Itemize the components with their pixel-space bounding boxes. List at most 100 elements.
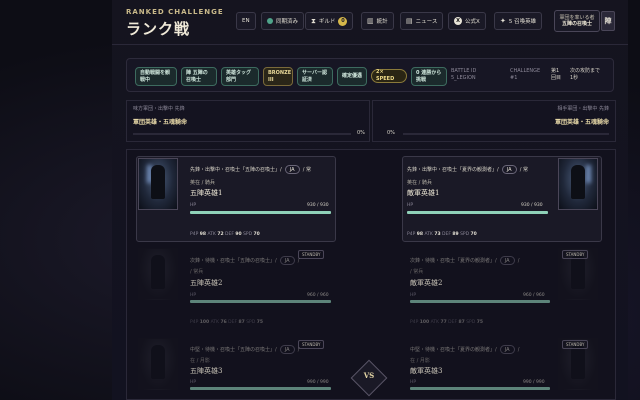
guild-count-badge: 0: [338, 16, 348, 26]
ally-hero-2-hp-bar: [190, 300, 331, 303]
vs-label: VS: [363, 371, 375, 380]
stat-label: SPD: [466, 320, 476, 325]
enemy-hero-1-stats: P4P 98 ATK 73 DEF 89 SPD 70: [407, 232, 477, 237]
ally-hero-1-lang-badge: JA: [284, 165, 300, 174]
stat-label: P4P: [407, 232, 416, 237]
enemy-hero-2-hp-label: HP: [410, 293, 417, 298]
ally-hero-2-role: / 常兵: [190, 269, 204, 275]
sync-button[interactable]: 同期済み: [261, 12, 305, 30]
summoner-button[interactable]: ✦ 5 召喚英雄: [494, 12, 543, 30]
ally-hero-2-hp-label: HP: [190, 293, 197, 298]
stat-label: DEF: [225, 232, 234, 237]
page-title: ランク戦: [126, 20, 191, 38]
news-label: ニュース: [415, 19, 438, 25]
stat-label: P4P: [410, 320, 419, 325]
priority-chip: 確定優遇: [337, 67, 367, 86]
enemy-hero-1-hp-fill: [407, 211, 548, 214]
ally-hero-2-lang-badge: JA: [279, 256, 295, 265]
round-label: 第1: [551, 68, 560, 74]
stat-value: 98: [416, 232, 423, 237]
guild-button[interactable]: ⧗ ギルド 0: [305, 12, 354, 30]
leader-panel[interactable]: 軍団を率いる者 五陣の召喚士: [554, 10, 600, 32]
ally-hero-3-name: 五陣英雄3: [190, 367, 223, 375]
stat-value: 100: [419, 320, 430, 325]
enemy-hero-1-lang-badge: JA: [501, 165, 517, 174]
enemy-hero-3-name: 敵軍英雄3: [410, 367, 443, 375]
next-exchange: 次の攻防まで 1秒: [570, 68, 600, 82]
ally-hero-2-summoner: 次鋒・待機・召喚士「五陣の召喚士」/: [190, 258, 277, 264]
ally-hero-3-lang-badge: JA: [279, 345, 295, 354]
stat-label: ATK: [430, 320, 440, 325]
speed-toggle[interactable]: 2× SPEED: [371, 69, 407, 83]
ally-hero-2-standby-badge: STANDBY: [298, 250, 325, 260]
stats-button[interactable]: ▥ 統計: [361, 12, 394, 30]
leader-name: 五陣の召喚士: [561, 21, 592, 27]
enemy-hero-3-header: 中堅・待機・召喚士「夏界の観測者」/ JA /: [410, 345, 519, 354]
stat-label: ATK: [210, 320, 220, 325]
challenge-label: CHALLENGE: [510, 68, 541, 74]
ally-hero-portrait-1: [138, 158, 178, 210]
stat-value: 87: [458, 320, 465, 325]
ally-hero-3-suffix: /: [297, 346, 300, 353]
division-chip: 英雄タッグ部門: [221, 67, 259, 86]
next-exchange-label: 次の攻防まで: [570, 68, 601, 74]
ally-hero-3-hp-value: 990 / 990: [307, 380, 329, 385]
challenge-value: #1: [510, 75, 518, 81]
stat-label: SPD: [460, 232, 470, 237]
news-button[interactable]: ▤ ニュース: [400, 12, 444, 30]
bar-chart-icon: ▥: [367, 16, 374, 25]
enemy-progress-bar: [403, 133, 609, 135]
enemy-hero-3-hp-value: 990 / 990: [523, 380, 545, 385]
enemy-hero-2-hp-value: 960 / 960: [523, 293, 545, 298]
next-exchange-value: 1秒: [570, 75, 579, 81]
stat-label: SPD: [246, 320, 256, 325]
enemy-hero-1-summoner: 先鋒・出撃中・召喚士「夏界の観測者」/: [407, 167, 499, 173]
enemy-hero-2-lang-badge: JA: [499, 256, 515, 265]
stat-label: ATK: [207, 232, 216, 237]
enemy-team-label: 相手軍団・出撃中 先鋒: [557, 106, 609, 112]
win-streak-chip: 0 連勝から挑戦: [411, 67, 447, 86]
news-icon: ▤: [406, 16, 413, 25]
ally-hero-1-hp-value: 930 / 930: [307, 203, 329, 208]
enemy-hero-3-hp-bar: [410, 387, 550, 390]
leader-emblem[interactable]: 陣: [601, 11, 615, 31]
stat-value: 70: [470, 232, 477, 237]
stat-value: 73: [434, 232, 441, 237]
enemy-hero-2-name: 敵軍英雄2: [410, 279, 443, 287]
ally-hero-2-hp-fill: [190, 300, 331, 303]
stat-label: SPD: [243, 232, 253, 237]
enemy-team-panel: 相手軍団・出撃中 先鋒 軍団英雄・五魂騎命 0%: [372, 100, 616, 142]
enemy-hero-3-lang-badge: JA: [499, 345, 515, 354]
ally-hero-1-header: 先鋒・出撃中・召喚士「五陣の召喚士」/ JA / 常: [190, 165, 311, 174]
guild-label: ギルド: [318, 19, 336, 25]
ally-progress-percent: 0%: [357, 130, 365, 136]
enemy-hero-2-hp-fill: [410, 300, 550, 303]
ally-hero-3-summoner: 中堅・待機・召喚士「五陣の召喚士」/: [190, 347, 277, 353]
challenge-counter: CHALLENGE #1: [510, 68, 540, 82]
battle-id: BATTLE ID 5_LEGION: [451, 68, 476, 82]
enemy-hero-3-role: 在 / 月影: [410, 358, 430, 364]
enemy-hero-3-standby-badge: STANDBY: [562, 340, 589, 350]
enemy-hero-2-role: / 常兵: [410, 269, 424, 275]
ally-hero-portrait-3: [138, 338, 178, 390]
x-logo-icon: X: [454, 17, 462, 25]
official-x-button[interactable]: X 公式X: [448, 12, 486, 30]
summoner-label: 5 召喚英雄: [508, 19, 537, 25]
stat-value: 70: [253, 232, 260, 237]
ally-hero-1-summoner: 先鋒・出撃中・召喚士「五陣の召喚士」/: [190, 167, 282, 173]
rank-chip: BRONZE III: [263, 67, 293, 86]
ally-hero-1-suffix: / 常: [302, 167, 311, 173]
enemy-hero-3-hp-fill: [410, 387, 550, 390]
stat-value: 89: [452, 232, 459, 237]
stat-value: 90: [235, 232, 242, 237]
ally-hero-3-role: 在 / 月影: [190, 358, 210, 364]
battle-id-value: 5_LEGION: [451, 75, 476, 81]
header-divider: [112, 44, 628, 45]
ally-hero-2-header: 次鋒・待機・召喚士「五陣の召喚士」/ JA /: [190, 256, 299, 265]
stat-value: 98: [199, 232, 206, 237]
language-button[interactable]: EN: [236, 12, 256, 30]
ally-hero-1-name: 五陣英雄1: [190, 189, 223, 197]
ally-hero-1-hp-bar: [190, 211, 331, 214]
stat-value: 72: [217, 232, 224, 237]
enemy-hero-2-stats: P4P 100 ATK 77 DEF 87 SPD 75: [410, 320, 483, 325]
